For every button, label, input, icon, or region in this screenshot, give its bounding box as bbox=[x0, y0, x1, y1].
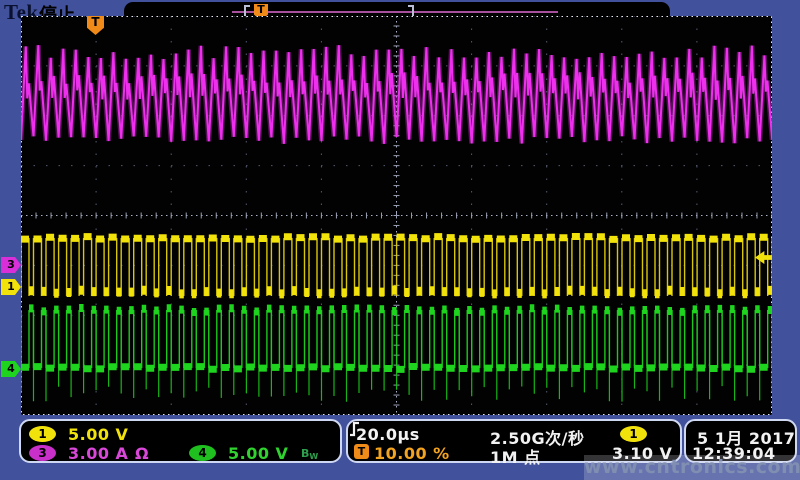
channel-4-badge: 4 bbox=[189, 445, 216, 461]
channel-1-badge: 1 bbox=[29, 426, 56, 442]
trigger-position-flag-icon: T bbox=[354, 444, 369, 459]
timebase-readout: 20.0µs bbox=[356, 425, 420, 444]
bandwidth-limit-icon: BW bbox=[301, 447, 318, 461]
channel-1-scale: 5.00 V bbox=[68, 425, 128, 444]
channel-3-badge: 3 bbox=[29, 445, 56, 461]
watermark: www.cntronics.com bbox=[584, 455, 800, 480]
oscilloscope-screen: Tek 停止 T T 3 1 4 1 5.00 V 3 3.00 A Ω 4 5… bbox=[0, 0, 800, 480]
channel-3-ground-marker: 3 bbox=[1, 257, 21, 273]
channel-1-ground-marker: 1 bbox=[1, 279, 21, 295]
trigger-position-readout: 10.00 % bbox=[374, 444, 450, 463]
graticule-and-traces bbox=[21, 16, 772, 415]
channel-readout-box: 1 5.00 V 3 3.00 A Ω 4 5.00 V BW bbox=[19, 419, 342, 463]
channel-3-coupling: Ω bbox=[135, 444, 149, 463]
record-waveform-overview bbox=[232, 11, 558, 13]
record-length-readout: 1M 点 bbox=[490, 444, 541, 468]
trigger-source-badge: 1 bbox=[620, 426, 647, 442]
waveform-display bbox=[21, 16, 772, 415]
channel-4-scale: 5.00 V bbox=[228, 444, 288, 463]
channel-4-ground-marker: 4 bbox=[1, 361, 21, 377]
channel-3-scale: 3.00 A bbox=[68, 444, 128, 463]
